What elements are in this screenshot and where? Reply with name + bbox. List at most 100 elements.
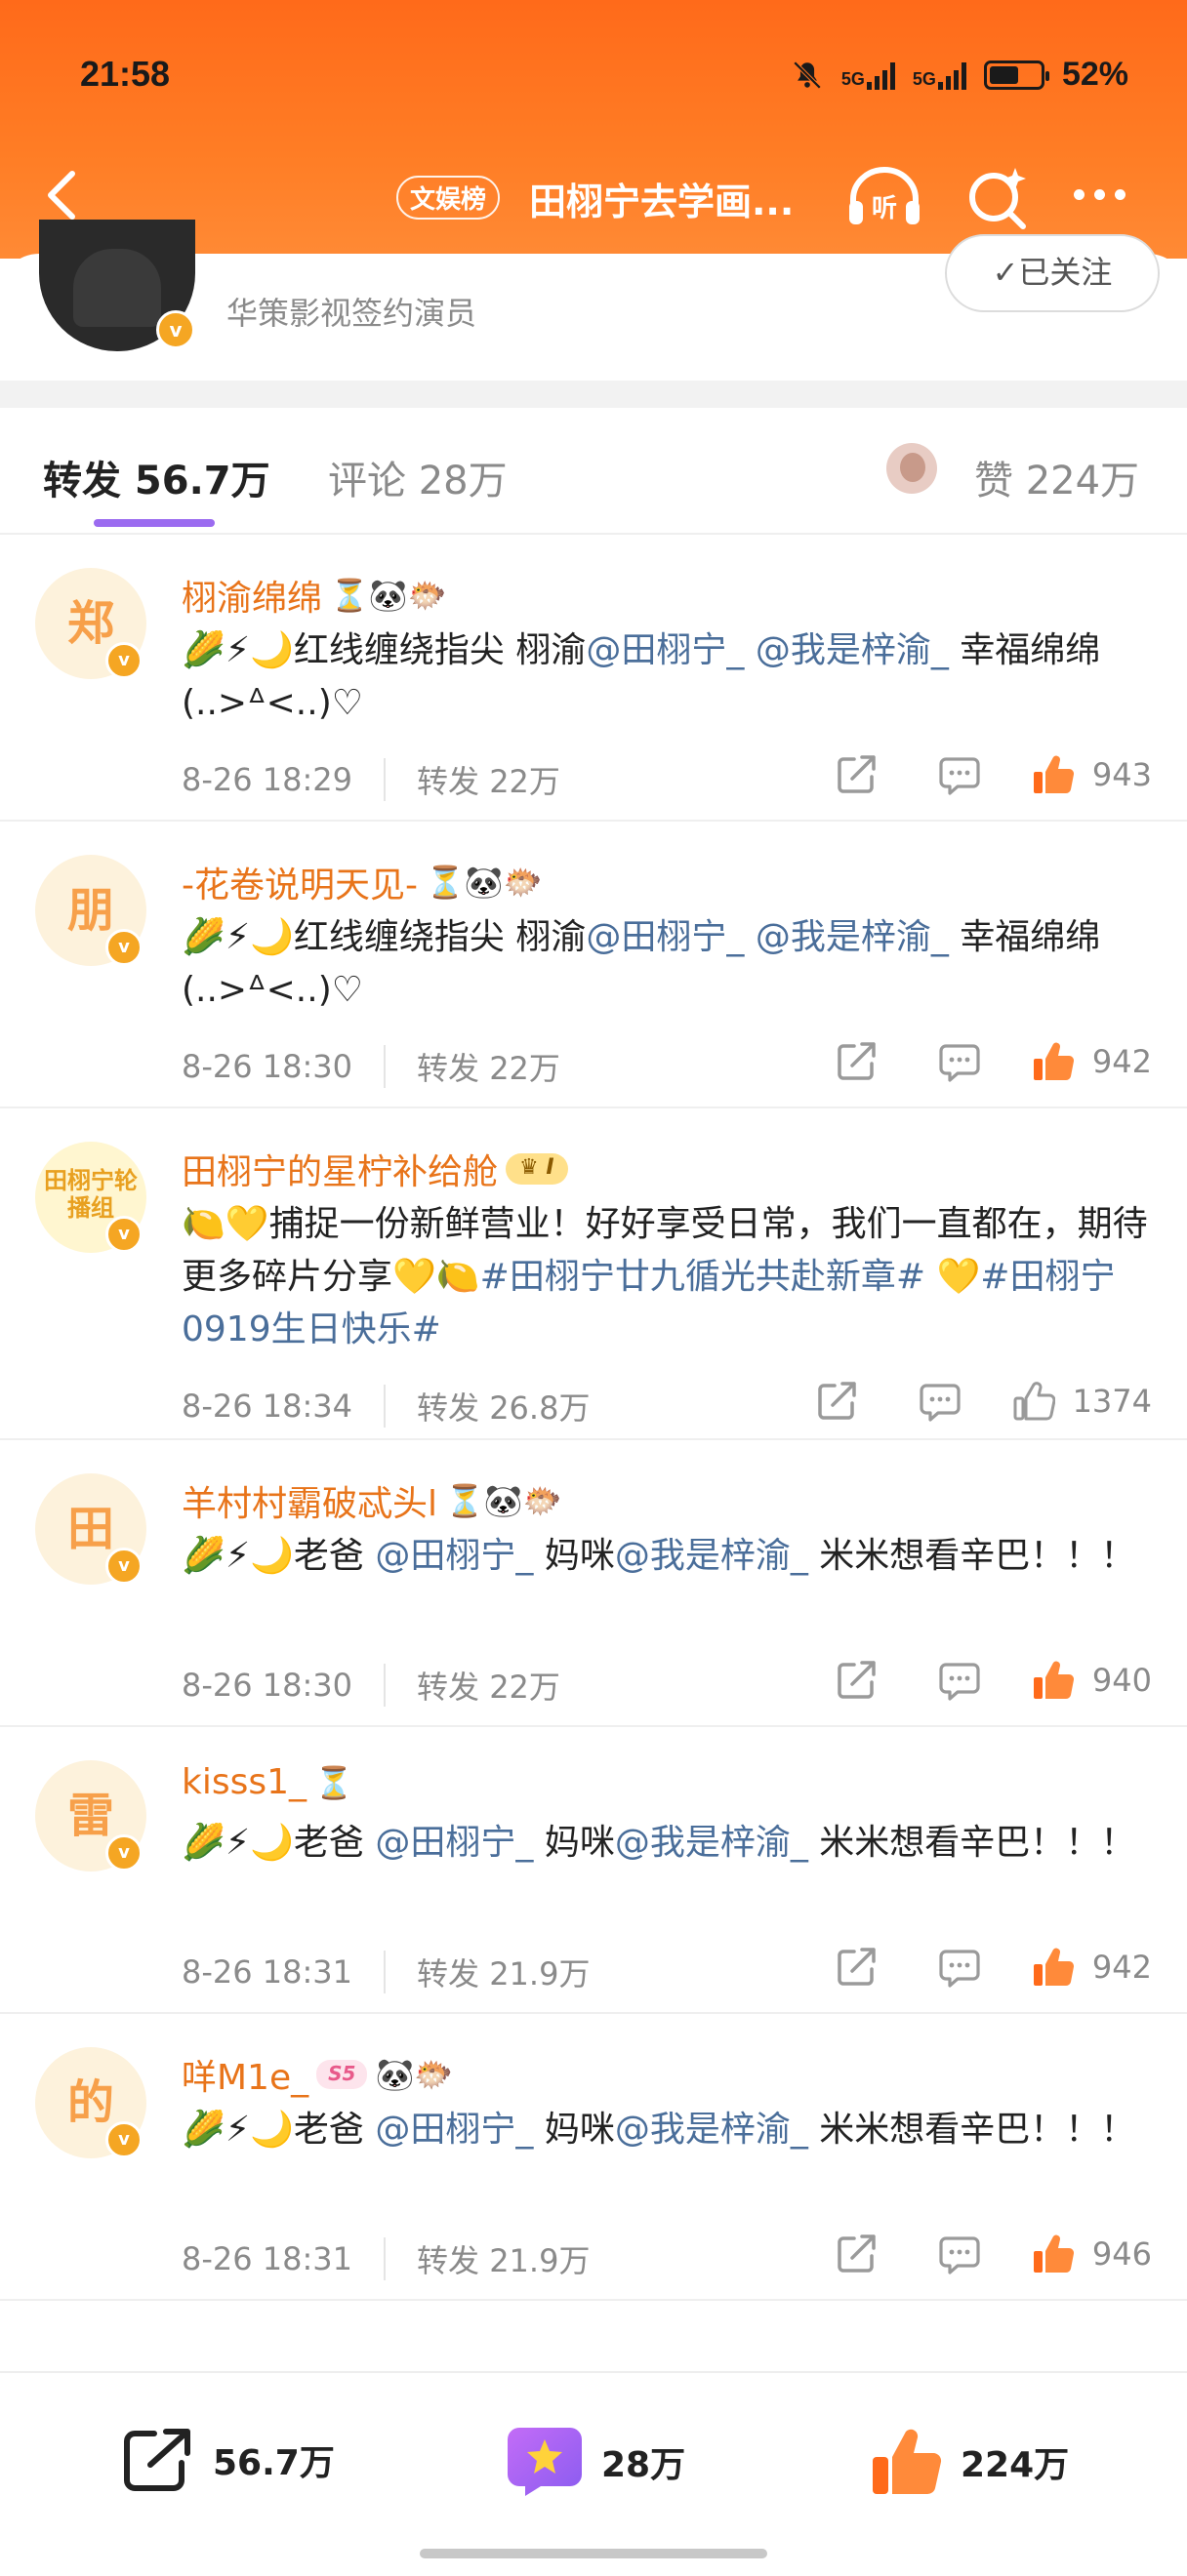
headphones-icon[interactable]: 听 bbox=[845, 164, 923, 228]
follow-button[interactable]: ✓已关注 bbox=[945, 234, 1160, 312]
username-text[interactable]: 栩渝绵绵 bbox=[182, 570, 322, 621]
like-button[interactable]: 943 bbox=[1032, 753, 1152, 796]
mention-link[interactable]: #田栩宁廿九循光共赴新章# bbox=[480, 1257, 925, 1297]
bottom-comment-count: 28万 bbox=[601, 2445, 686, 2485]
repost-count: 转发 26.8万 bbox=[417, 1389, 591, 1427]
repost-icon[interactable] bbox=[835, 1040, 878, 1083]
comment-icon[interactable] bbox=[938, 2233, 981, 2275]
mention-link[interactable]: @我是梓渝_ bbox=[756, 917, 949, 957]
username-text[interactable]: 田栩宁的星柠补给舱 bbox=[182, 1144, 498, 1194]
comment-icon[interactable] bbox=[938, 1946, 981, 1989]
post-text-prefix: 🌽⚡🌙红线缠绕指尖 栩渝 bbox=[182, 630, 587, 670]
network-label-2: 5G bbox=[912, 68, 936, 89]
home-indicator[interactable] bbox=[420, 2549, 767, 2558]
repost-icon[interactable] bbox=[835, 753, 878, 796]
bottom-like-button[interactable]: 224万 bbox=[871, 2426, 1069, 2498]
battery-icon bbox=[983, 60, 1049, 90]
author-description: 华策影视签约演员 bbox=[226, 295, 477, 332]
tab-comment[interactable]: 评论 28万 bbox=[328, 449, 508, 505]
comment-icon[interactable] bbox=[919, 1380, 962, 1423]
name-emoji-badges: ⏳🐼🐡 bbox=[330, 577, 447, 614]
search-sparkle-icon[interactable] bbox=[966, 166, 1031, 230]
repost-icon[interactable] bbox=[835, 1946, 878, 1989]
username[interactable]: 栩渝绵绵 ⏳🐼🐡 bbox=[182, 570, 447, 621]
post-text-mid bbox=[744, 917, 755, 957]
post-text: 🌽⚡🌙老爸 @田栩宁_ 妈咪@我是梓渝_ 米米想看辛巴！！！ bbox=[182, 1530, 1148, 1583]
username-text[interactable]: 咩M1e_ bbox=[182, 2049, 308, 2100]
username-text[interactable]: -花卷说明天见- bbox=[182, 857, 418, 907]
username[interactable]: 羊村村霸破忒头l ⏳🐼🐡 bbox=[182, 1475, 562, 1526]
post-time: 8-26 18:34 bbox=[182, 1388, 353, 1425]
like-icon[interactable] bbox=[1032, 753, 1075, 796]
tab-repost[interactable]: 转发 56.7万 bbox=[43, 449, 270, 505]
username[interactable]: kisss1_ ⏳ bbox=[182, 1762, 353, 1802]
listen-label: 听 bbox=[872, 194, 897, 223]
mention-link[interactable]: @田栩宁_ bbox=[586, 630, 744, 670]
post-time: 8-26 18:30 bbox=[182, 1048, 353, 1085]
repost-count: 转发 22万 bbox=[417, 763, 560, 800]
like-button[interactable]: 940 bbox=[1032, 1659, 1152, 1702]
battery-percent: 52% bbox=[1061, 56, 1128, 93]
comment-icon[interactable] bbox=[938, 753, 981, 796]
post-text: 🌽⚡🌙老爸 @田栩宁_ 妈咪@我是梓渝_ 米米想看辛巴！！！ bbox=[182, 1817, 1148, 1870]
comment-icon[interactable] bbox=[938, 1659, 981, 1702]
like-icon[interactable] bbox=[1032, 2233, 1075, 2275]
repost-icon[interactable] bbox=[835, 1659, 878, 1702]
comment-icon[interactable] bbox=[938, 1040, 981, 1083]
like-button[interactable]: 946 bbox=[1032, 2233, 1152, 2275]
mention-link[interactable]: @田栩宁_ bbox=[586, 917, 744, 957]
bottom-like-count: 224万 bbox=[961, 2445, 1070, 2485]
repost-icon[interactable] bbox=[835, 2233, 878, 2275]
mention-link[interactable]: @田栩宁_ bbox=[375, 1823, 533, 1863]
like-button[interactable]: 942 bbox=[1032, 1040, 1152, 1083]
repost-count: 转发 22万 bbox=[417, 1669, 560, 1706]
like-icon[interactable] bbox=[1012, 1380, 1055, 1423]
bottom-comment-button[interactable]: 28万 bbox=[506, 2426, 685, 2498]
username-text[interactable]: 羊村村霸破忒头l bbox=[182, 1475, 437, 1526]
like-icon[interactable] bbox=[1032, 1040, 1075, 1083]
divider bbox=[384, 758, 387, 801]
list-item[interactable]: 的 v 咩M1e_ S5 🐼🐡 🌽⚡🌙老爸 @田栩宁_ 妈咪@我是梓渝_ 米米想看辛巴！！… bbox=[0, 2014, 1187, 2301]
username[interactable]: 咩M1e_ S5 🐼🐡 bbox=[182, 2049, 453, 2100]
back-icon[interactable] bbox=[39, 166, 88, 224]
list-item[interactable]: 田栩宁轮播组 v 田栩宁的星柠补给舱 ♛ I 🍋💛捕捉一份新鲜营业！好好享受日常，我们一… bbox=[0, 1108, 1187, 1440]
mention-link[interactable]: @我是梓渝_ bbox=[615, 1536, 808, 1576]
name-emoji-badges: 🐼🐡 bbox=[375, 2056, 454, 2093]
list-item[interactable]: 郑 v 栩渝绵绵 ⏳🐼🐡 🌽⚡🌙红线缠绕指尖 栩渝@田栩宁_ @我是梓渝_ 幸福绵绵(.… bbox=[0, 535, 1187, 822]
like-icon bbox=[873, 2429, 942, 2495]
mention-link[interactable]: @田栩宁_ bbox=[375, 1536, 533, 1576]
mention-link[interactable]: @我是梓渝_ bbox=[615, 1823, 808, 1863]
avatar-text: 田 bbox=[66, 1502, 114, 1556]
verified-badge-icon: v bbox=[105, 1216, 143, 1253]
username[interactable]: -花卷说明天见- ⏳🐼🐡 bbox=[182, 857, 543, 907]
signal-icon-2: 5G bbox=[913, 60, 966, 90]
like-icon[interactable] bbox=[1032, 1659, 1075, 1702]
ranking-badge[interactable]: 文娱榜 bbox=[396, 176, 501, 220]
like-button[interactable]: 942 bbox=[1032, 1946, 1152, 1989]
mention-link[interactable]: @我是梓渝_ bbox=[615, 2110, 808, 2150]
list-item[interactable]: 雷 v kisss1_ ⏳ 🌽⚡🌙老爸 @田栩宁_ 妈咪@我是梓渝_ 米米想看辛巴！！！… bbox=[0, 1727, 1187, 2014]
post-actions: 1374 bbox=[755, 1380, 1152, 1423]
avatar-text: 雷 bbox=[66, 1789, 114, 1843]
post-text-prefix: 🌽⚡🌙老爸 bbox=[182, 1823, 376, 1863]
verified-badge-icon: v bbox=[105, 642, 143, 679]
level-badge: S5 bbox=[316, 2060, 368, 2089]
tab-like[interactable]: 赞 224万 bbox=[974, 449, 1139, 505]
list-item[interactable]: 朋 v -花卷说明天见- ⏳🐼🐡 🌽⚡🌙红线缠绕指尖 栩渝@田栩宁_ @我是梓渝_ 幸福… bbox=[0, 822, 1187, 1108]
divider bbox=[384, 1385, 387, 1428]
post-text-prefix: 🌽⚡🌙老爸 bbox=[182, 2110, 376, 2150]
like-icon[interactable] bbox=[1032, 1946, 1075, 1989]
more-icon[interactable] bbox=[1074, 189, 1126, 200]
mention-link[interactable]: @我是梓渝_ bbox=[756, 630, 949, 670]
list-item[interactable]: 田 v 羊村村霸破忒头l ⏳🐼🐡 🌽⚡🌙老爸 @田栩宁_ 妈咪@我是梓渝_ 米米想看辛巴… bbox=[0, 1440, 1187, 1727]
username-text[interactable]: kisss1_ bbox=[182, 1762, 307, 1802]
status-bar: 21:58 5G 5G 52% bbox=[80, 54, 1128, 102]
bottom-repost-button[interactable]: 56.7万 bbox=[121, 2426, 335, 2494]
mention-link[interactable]: @田栩宁_ bbox=[375, 2110, 533, 2150]
repost-icon[interactable] bbox=[815, 1380, 858, 1423]
like-button[interactable]: 1374 bbox=[1012, 1380, 1152, 1423]
signal-icon-1: 5G bbox=[841, 60, 895, 90]
username[interactable]: 田栩宁的星柠补给舱 ♛ I bbox=[182, 1144, 568, 1194]
verified-badge-icon: v bbox=[105, 929, 143, 966]
post-actions: 942 bbox=[774, 1946, 1152, 1989]
